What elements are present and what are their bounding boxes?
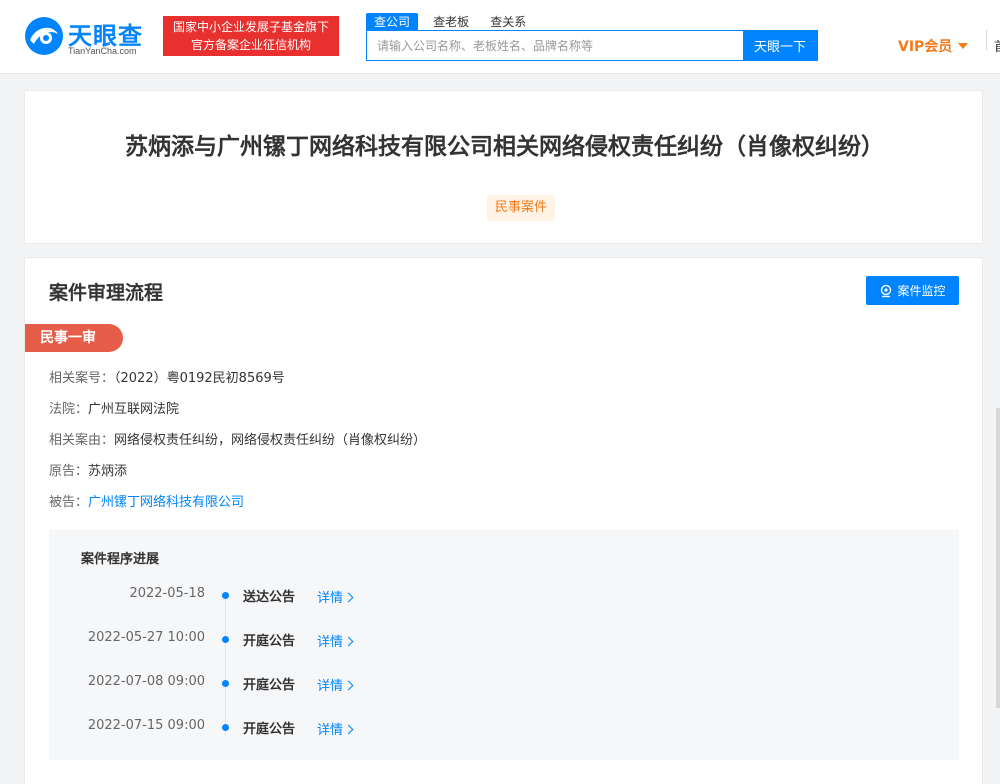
timeline-event: 送达公告	[243, 590, 296, 605]
case-monitor-button[interactable]: 案件监控	[866, 276, 959, 305]
info-label: 被告：	[49, 495, 89, 510]
info-label: 原告：	[49, 464, 89, 479]
timeline-detail-link[interactable]: 详情	[317, 587, 354, 606]
timeline-line	[225, 596, 226, 736]
gov-badge: 国家中小企业发展子基金旗下 官方备案企业征信机构	[163, 16, 339, 56]
case-progress-box: 案件程序进展 2022-05-18 送达公告 详情 2022-05-27 10:…	[49, 530, 959, 760]
tab-search-boss[interactable]: 查老板	[433, 13, 469, 31]
defendant-link[interactable]: 广州镙丁网络科技有限公司	[88, 495, 244, 510]
timeline-dot	[222, 636, 229, 643]
timeline-row: 2022-05-18 送达公告 详情	[49, 586, 959, 606]
timeline-date: 2022-05-18	[129, 586, 205, 601]
timeline-date: 2022-07-08 09:00	[87, 674, 205, 689]
search-input[interactable]	[367, 31, 743, 60]
site-logo[interactable]: 天眼查 TianYanCha.com	[24, 14, 154, 60]
case-type-tag: 民事案件	[487, 195, 556, 221]
tab-search-company[interactable]: 查公司	[366, 13, 419, 31]
timeline-date: 2022-07-15 09:00	[87, 718, 205, 733]
info-row-defendant: 被告：广州镙丁网络科技有限公司	[49, 494, 426, 525]
info-value: （2022）粤0192民初8569号	[114, 371, 285, 386]
case-flow-card: 案件审理流程 案件监控 民事一审 相关案号：（2022）粤0192民初8569号…	[24, 257, 983, 784]
timeline-detail-link[interactable]: 详情	[317, 631, 354, 650]
chevron-right-icon	[343, 592, 354, 603]
timeline-detail-link[interactable]: 详情	[317, 675, 354, 694]
timeline-date: 2022-05-27 10:00	[87, 630, 205, 645]
search-button[interactable]: 天眼一下	[743, 30, 817, 61]
chevron-right-icon	[343, 724, 354, 735]
detail-label: 详情	[317, 591, 344, 606]
timeline-row: 2022-07-15 09:00 开庭公告 详情	[49, 718, 959, 738]
info-value: 网络侵权责任纠纷，网络侵权责任纠纷（肖像权纠纷）	[114, 433, 427, 448]
section-title: 案件审理流程	[49, 282, 164, 304]
timeline-row: 2022-07-08 09:00 开庭公告 详情	[49, 674, 959, 694]
timeline-dot	[222, 680, 229, 687]
vip-menu[interactable]: VIP会员	[898, 36, 969, 56]
detail-label: 详情	[317, 723, 344, 738]
header-edge-link[interactable]: 首	[994, 36, 1000, 55]
timeline-dot	[222, 724, 229, 731]
info-label: 相关案号：	[49, 371, 115, 386]
case-info-list: 相关案号：（2022）粤0192民初8569号 法院：广州互联网法院 相关案由：…	[49, 370, 426, 525]
info-row-case-number: 相关案号：（2022）粤0192民初8569号	[49, 370, 426, 401]
logo-subtitle: TianYanCha.com	[68, 46, 137, 56]
progress-title: 案件程序进展	[81, 552, 160, 567]
info-row-cause: 相关案由：网络侵权责任纠纷，网络侵权责任纠纷（肖像权纠纷）	[49, 432, 426, 463]
info-label: 法院：	[49, 402, 89, 417]
info-value: 广州互联网法院	[88, 402, 180, 417]
chevron-right-icon	[343, 636, 354, 647]
case-monitor-label: 案件监控	[897, 284, 946, 298]
timeline-dot	[222, 592, 229, 599]
info-row-court: 法院：广州互联网法院	[49, 401, 426, 432]
logo-icon	[25, 17, 63, 55]
caret-down-icon	[958, 43, 969, 49]
detail-label: 详情	[317, 635, 344, 650]
case-title-card: 苏炳添与广州镙丁网络科技有限公司相关网络侵权责任纠纷（肖像权纠纷） 民事案件	[24, 90, 983, 244]
gov-badge-line2: 官方备案企业征信机构	[190, 38, 311, 52]
timeline-event: 开庭公告	[243, 634, 296, 649]
header-divider	[986, 30, 987, 50]
vip-label: VIP会员	[898, 39, 953, 55]
timeline-row: 2022-05-27 10:00 开庭公告 详情	[49, 630, 959, 650]
page-title: 苏炳添与广州镙丁网络科技有限公司相关网络侵权责任纠纷（肖像权纠纷）	[125, 134, 884, 160]
scrollbar[interactable]	[996, 408, 1000, 708]
timeline-event: 开庭公告	[243, 678, 296, 693]
top-header: 天眼查 TianYanCha.com 国家中小企业发展子基金旗下 官方备案企业征…	[0, 0, 1000, 74]
gov-badge-line1: 国家中小企业发展子基金旗下	[172, 20, 329, 34]
timeline-detail-link[interactable]: 详情	[317, 719, 354, 738]
info-value: 苏炳添	[88, 464, 128, 479]
info-label: 相关案由：	[49, 433, 115, 448]
search-box: 天眼一下	[366, 30, 818, 61]
search-tabs: 查公司 查老板 查关系	[366, 11, 542, 31]
info-row-plaintiff: 原告：苏炳添	[49, 463, 426, 494]
detail-label: 详情	[317, 679, 344, 694]
location-pin-icon	[881, 284, 892, 297]
tab-search-relation[interactable]: 查关系	[490, 13, 526, 31]
stage-ribbon: 民事一审	[25, 324, 123, 352]
chevron-right-icon	[343, 680, 354, 691]
timeline-event: 开庭公告	[243, 722, 296, 737]
